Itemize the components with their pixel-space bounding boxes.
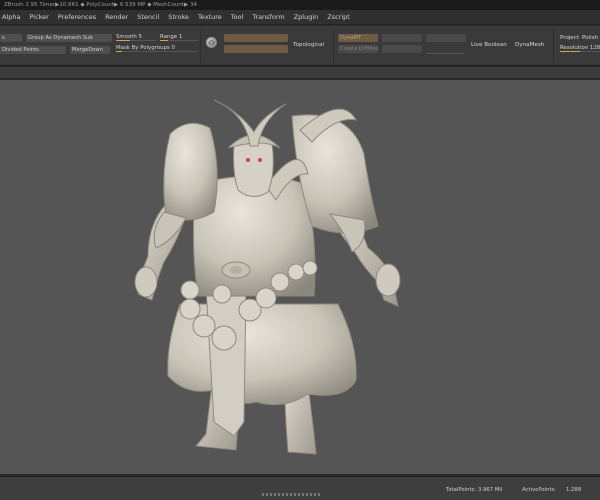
menu-item-preferences[interactable]: Preferences: [58, 13, 96, 21]
option-button-b[interactable]: [382, 45, 422, 53]
dynamesh-option-button-1[interactable]: [224, 34, 288, 42]
create-diffmesh-button[interactable]: Create DiffMesh: [338, 45, 378, 53]
active-points-value: 1.288: [566, 487, 582, 493]
dynamesh-blur-icon[interactable]: [206, 37, 217, 48]
menu-item-zplugin[interactable]: Zplugin: [294, 13, 319, 21]
polish-toggle[interactable]: Polish: [582, 35, 598, 41]
menu-item-alpha[interactable]: Alpha: [2, 13, 20, 21]
status-bar: ZBrush 2.95 Timer▶10.661 ◆ PolyCount▶ 6.…: [0, 0, 600, 10]
menu-item-picker[interactable]: Picker: [29, 13, 48, 21]
menu-item-render[interactable]: Render: [105, 13, 128, 21]
active-points-label: ActivePoints:: [522, 487, 557, 493]
bottom-status-bar: TotalPoints: 3.967 Mil ActivePoints: 1.2…: [0, 476, 600, 500]
topological-button[interactable]: Topological: [293, 42, 324, 48]
live-boolean-button[interactable]: Live Boolean: [471, 42, 507, 48]
group-as-dynamesh-sub-button[interactable]: Group As Dynamesh Sub: [26, 34, 112, 42]
dynamesh-button[interactable]: DynaMesh: [515, 42, 544, 48]
merge-down-button[interactable]: MergeDown: [70, 46, 110, 54]
divided-points-button[interactable]: Divided Points: [0, 46, 66, 54]
menu-item-transform[interactable]: Transform: [252, 13, 284, 21]
option-button-a[interactable]: [382, 34, 422, 42]
shelf-bar: [0, 67, 600, 79]
menu-item-stencil[interactable]: Stencil: [137, 13, 159, 21]
dynamat-button[interactable]: DynaMT: [338, 34, 378, 42]
dynamesh-option-button-2[interactable]: [224, 45, 288, 53]
bottom-handle[interactable]: [262, 493, 322, 496]
menu-item-texture[interactable]: Texture: [198, 13, 222, 21]
menu-bar: Alpha Picker Preferences Render Stencil …: [0, 10, 600, 25]
option-slider[interactable]: [426, 53, 464, 54]
document-canvas[interactable]: [0, 84, 600, 470]
mask-by-polygroups-slider[interactable]: Mask By Polygroups 0: [116, 45, 198, 52]
range-slider[interactable]: Range 1: [160, 34, 198, 41]
total-points-label: TotalPoints:: [446, 487, 477, 493]
menu-item-zscript[interactable]: Zscript: [327, 13, 350, 21]
dynamesh-stub-button[interactable]: s: [0, 34, 22, 42]
viewport-frame: [0, 80, 600, 474]
top-palette: s Group As Dynamesh Sub Divided Points M…: [0, 26, 600, 66]
menu-item-tool[interactable]: Tool: [231, 13, 244, 21]
sculpted-warrior-model: [134, 99, 401, 455]
project-toggle[interactable]: Project: [560, 35, 579, 41]
resolution-slider[interactable]: Resolution 128: [560, 45, 600, 52]
option-button-c[interactable]: [426, 34, 466, 42]
smooth-slider[interactable]: Smooth 5: [116, 34, 156, 41]
total-points-value: 3.967 Mil: [478, 487, 503, 493]
menu-item-stroke[interactable]: Stroke: [168, 13, 189, 21]
